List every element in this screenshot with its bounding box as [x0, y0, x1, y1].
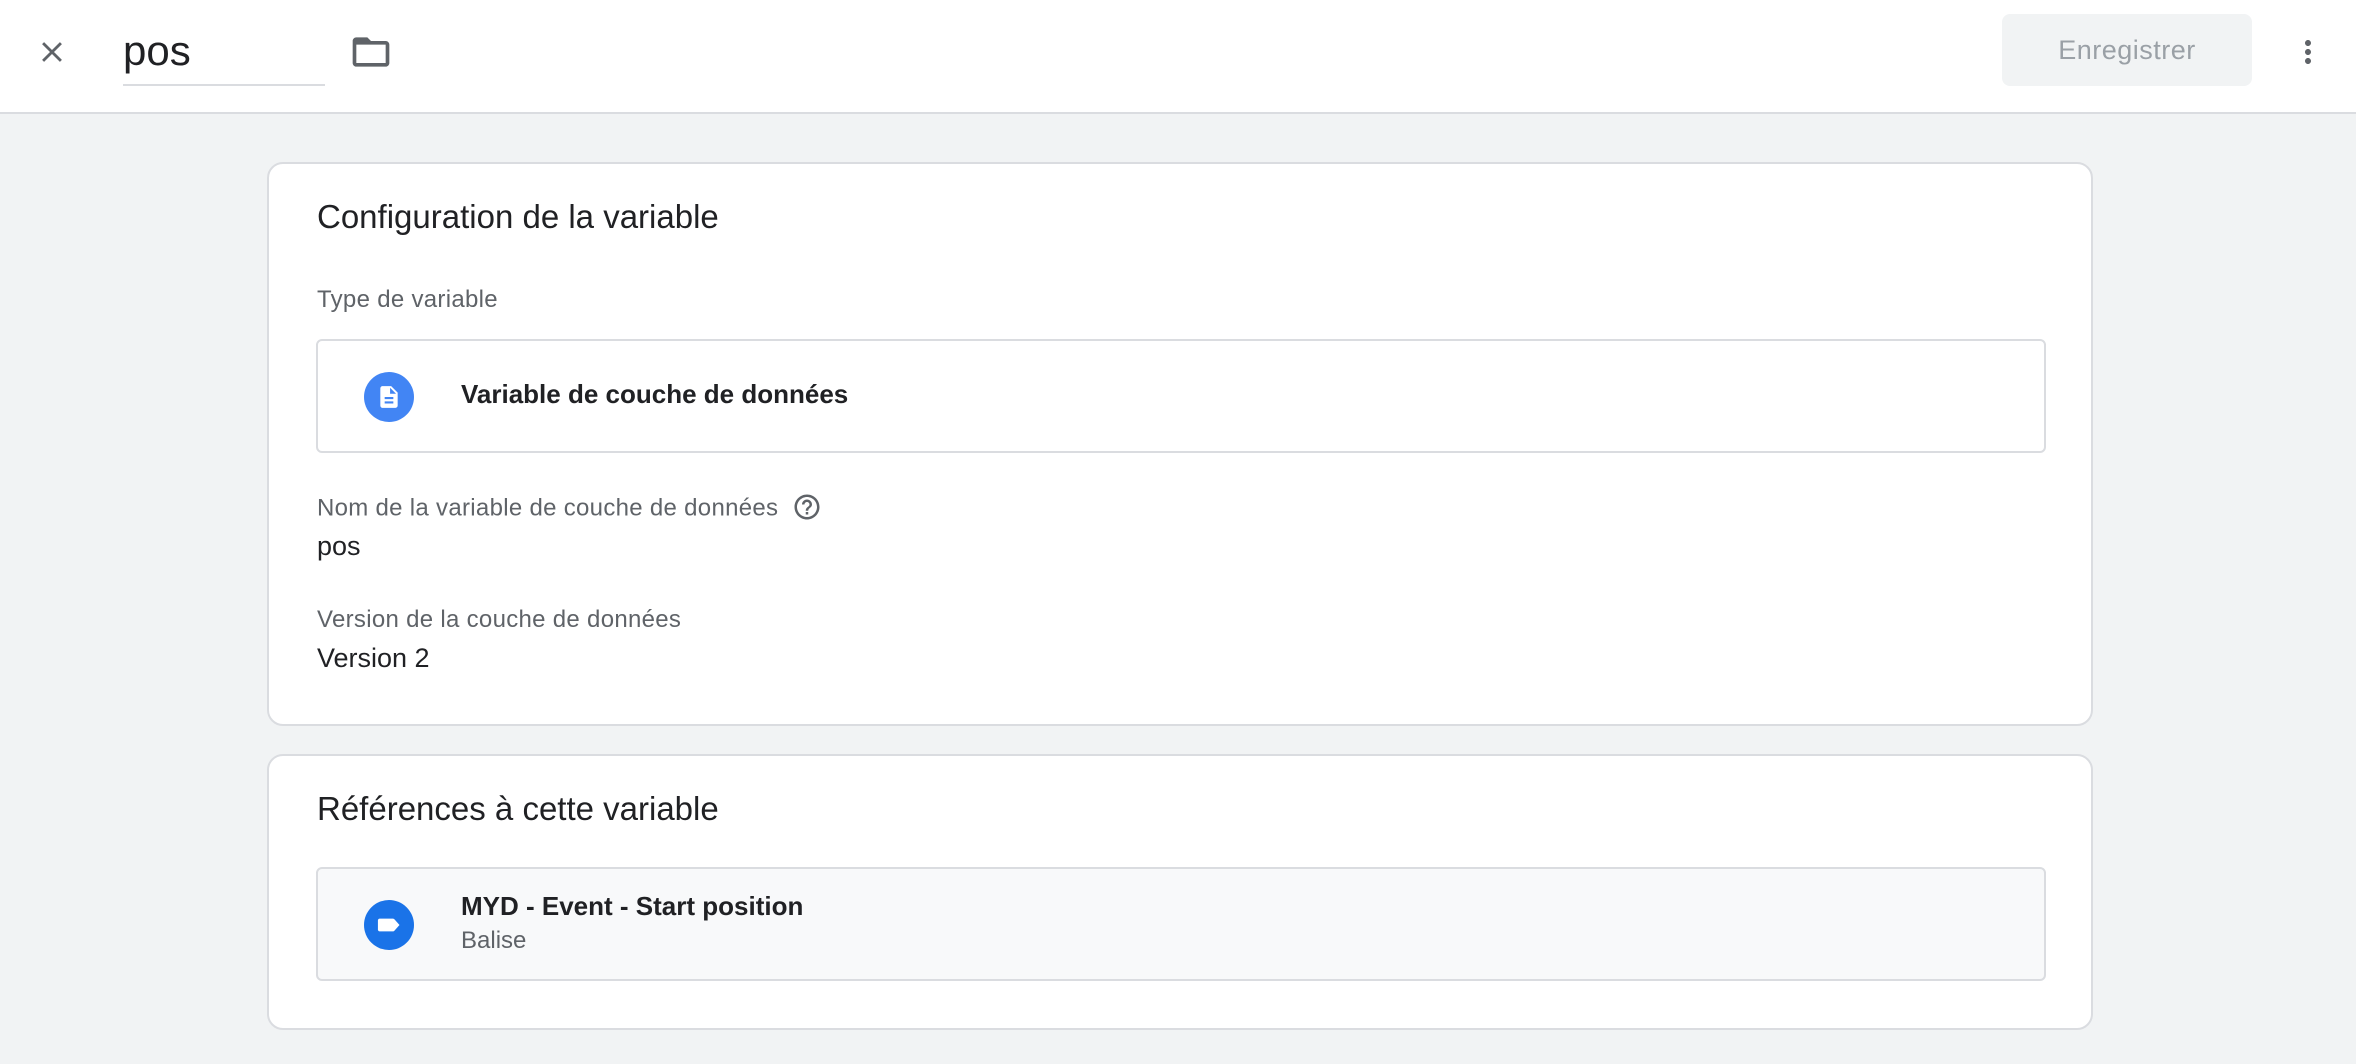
data-layer-name-value: pos: [317, 531, 361, 561]
close-icon: [42, 42, 62, 62]
close-button[interactable]: [22, 22, 82, 82]
data-layer-name-label-text: Nom de la variable de couche de données: [317, 494, 779, 522]
reference-type: Balise: [461, 927, 527, 954]
reference-name: MYD - Event - Start position: [461, 891, 804, 921]
card-title: Configuration de la variable: [317, 198, 719, 235]
more-options-button[interactable]: [2290, 22, 2326, 82]
reference-item[interactable]: MYD - Event - Start position Balise: [316, 867, 2046, 981]
data-layer-name-label: Nom de la variable de couche de données: [317, 494, 822, 524]
variable-type-selector[interactable]: Variable de couche de données: [316, 339, 2046, 453]
more-vert-icon: [2305, 40, 2311, 64]
card-title: Références à cette variable: [317, 790, 719, 827]
folder-icon: [352, 37, 390, 67]
data-layer-version-label: Version de la couche de données: [317, 606, 682, 633]
save-button[interactable]: Enregistrer: [2002, 14, 2252, 86]
top-bar: Enregistrer: [0, 0, 2356, 114]
tag-icon: [364, 900, 414, 950]
help-icon[interactable]: [792, 492, 822, 522]
variable-type-name: Variable de couche de données: [461, 379, 849, 409]
data-layer-version-value: Version 2: [317, 643, 430, 673]
variable-configuration-card: Configuration de la variable Type de var…: [267, 162, 2093, 726]
variable-name-input[interactable]: [123, 18, 325, 86]
document-icon: [364, 372, 414, 422]
folder-button[interactable]: [340, 22, 402, 82]
references-card: Références à cette variable MYD - Event …: [267, 754, 2093, 1030]
variable-type-label: Type de variable: [317, 286, 498, 313]
